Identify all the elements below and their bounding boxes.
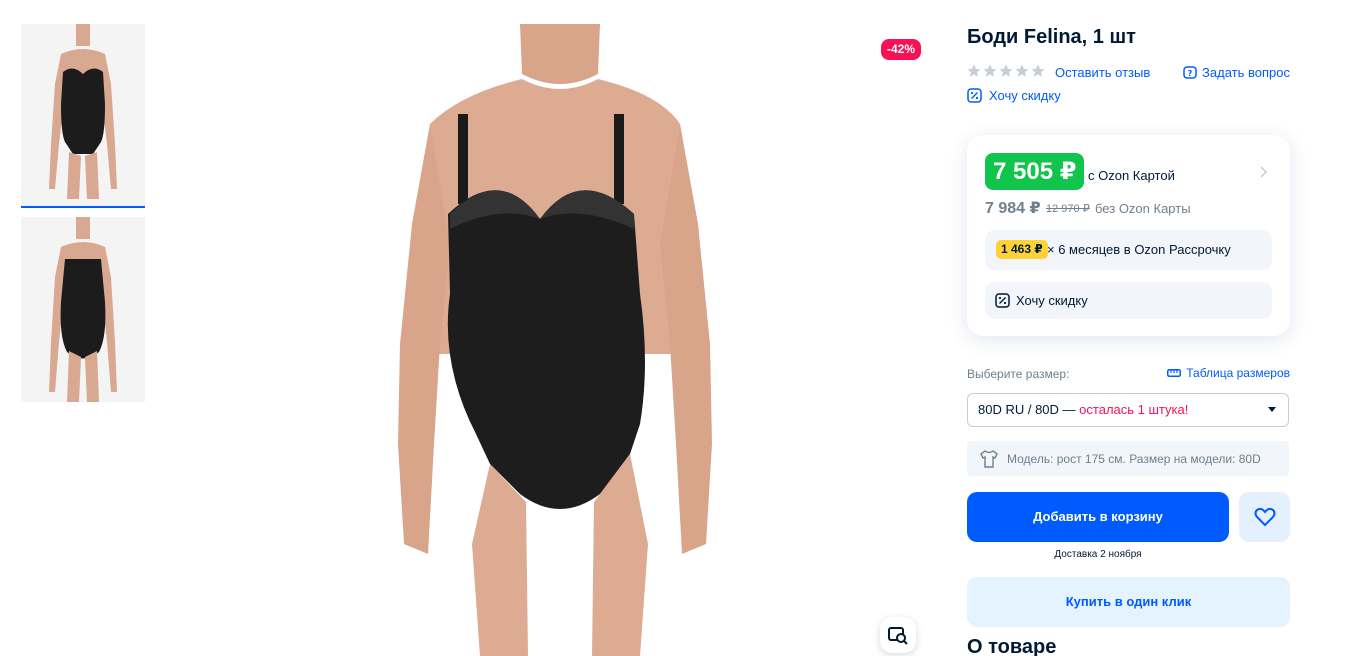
caret-down-icon [1268, 407, 1276, 412]
star-icon [1015, 64, 1029, 77]
want-discount-link[interactable]: Хочу скидку [967, 88, 1061, 103]
installment-offer[interactable]: 1 463 ₽ × 6 месяцев в Ozon Рассрочку [985, 230, 1272, 270]
ask-question-label: Задать вопрос [1202, 65, 1290, 80]
discount-icon [967, 88, 982, 103]
size-label: Выберите размер: [967, 367, 1070, 381]
leave-review-link[interactable]: Оставить отзыв [1055, 65, 1150, 80]
size-selected-value: 80D RU / 80D — [978, 402, 1076, 417]
discount-icon [995, 293, 1010, 308]
size-table-link[interactable]: Таблица размеров [1167, 366, 1290, 380]
favorite-button[interactable] [1239, 492, 1290, 542]
want-discount-label: Хочу скидку [989, 88, 1061, 103]
svg-text:?: ? [1188, 69, 1193, 78]
star-icon [983, 64, 997, 77]
want-discount-button[interactable]: Хочу скидку [985, 282, 1272, 319]
size-table-label: Таблица размеров [1186, 366, 1290, 380]
size-select[interactable]: 80D RU / 80D — осталась 1 штука! [967, 393, 1289, 427]
price-with-card: 7 505 ₽ [985, 153, 1085, 190]
price-card[interactable]: 7 505 ₽ с Ozon Картой 7 984 ₽ 12 970 ₽ б… [967, 135, 1290, 336]
want-discount-label: Хочу скидку [1016, 293, 1088, 308]
model-info-text: Модель: рост 175 см. Размер на модели: 8… [1007, 451, 1261, 466]
price-without-card: 7 984 ₽ [985, 200, 1041, 217]
star-icon [999, 64, 1013, 77]
buy-one-click-button[interactable]: Купить в один клик [967, 577, 1290, 627]
product-title: Боди Felina, 1 шт [967, 26, 1136, 48]
price-without-card-label: без Ozon Карты [1095, 201, 1191, 216]
heart-icon [1254, 507, 1275, 527]
star-icon [967, 64, 981, 77]
installment-amount: 1 463 ₽ [996, 240, 1048, 259]
tshirt-icon [980, 449, 998, 468]
add-to-cart-button[interactable]: Добавить в корзину [967, 492, 1229, 542]
installment-text: × 6 месяцев в Ozon Рассрочку [1047, 242, 1231, 257]
model-info: Модель: рост 175 см. Размер на модели: 8… [967, 441, 1289, 476]
rating-stars [967, 64, 1045, 78]
discount-badge: -42% [881, 39, 922, 60]
rating-row: Оставить отзыв ? Задать вопрос [967, 64, 1290, 82]
thumbnail-front[interactable] [21, 24, 145, 208]
thumbnail-gallery [21, 24, 145, 402]
ruler-icon [1167, 369, 1182, 377]
thumbnail-back[interactable] [21, 217, 145, 402]
ask-question-link[interactable]: ? Задать вопрос [1183, 65, 1290, 80]
question-icon: ? [1183, 65, 1197, 79]
chevron-right-icon [1260, 166, 1268, 178]
price-with-card-label: с Ozon Картой [1088, 168, 1175, 183]
star-icon [1031, 64, 1045, 77]
search-similar-button[interactable] [880, 617, 916, 653]
main-product-image[interactable] [300, 24, 840, 656]
stock-note: осталась 1 штука! [1079, 402, 1189, 417]
delivery-date: Доставка 2 ноября [1054, 549, 1142, 560]
about-section-title: О товаре [967, 636, 1057, 656]
price-old: 12 970 ₽ [1046, 203, 1090, 215]
image-search-icon [888, 627, 908, 645]
